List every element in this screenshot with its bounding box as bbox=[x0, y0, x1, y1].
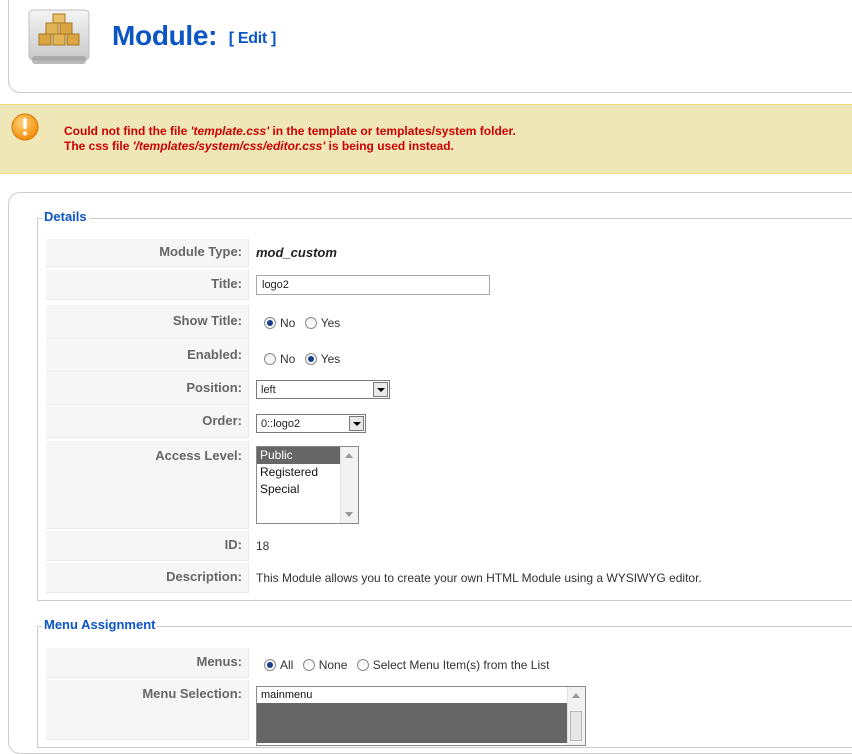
module-icon bbox=[28, 9, 90, 64]
menus-label: Menus: bbox=[46, 648, 249, 678]
enabled-no-label: No bbox=[280, 351, 296, 366]
notice-line1-file: 'template.css' bbox=[190, 124, 270, 138]
row-menus: Menus: All None Select Menu Item(s) from… bbox=[46, 648, 852, 678]
module-type-label: Module Type: bbox=[46, 239, 249, 267]
menus-select-radio[interactable] bbox=[356, 658, 369, 671]
row-id: ID: 18 bbox=[46, 531, 852, 561]
id-label: ID: bbox=[46, 531, 249, 561]
access-level-listbox[interactable]: Public Registered Special bbox=[256, 446, 359, 524]
access-level-label: Access Level: bbox=[46, 441, 249, 529]
enabled-yes-radio[interactable] bbox=[304, 352, 317, 365]
notice-line-2: The css file '/templates/system/css/edit… bbox=[64, 139, 516, 154]
row-enabled: Enabled: No Yes bbox=[46, 340, 852, 372]
menu-option-selected[interactable] bbox=[257, 703, 585, 743]
row-access-level: Access Level: bbox=[46, 441, 852, 529]
title-label: Title: bbox=[46, 270, 249, 300]
notice-line2-post: is being used instead. bbox=[325, 139, 454, 153]
edit-label: [ Edit ] bbox=[228, 30, 277, 47]
show-title-yes-radio[interactable] bbox=[304, 316, 317, 329]
menus-all-label: All bbox=[280, 657, 294, 672]
details-legend: Details bbox=[42, 209, 89, 224]
title-input[interactable] bbox=[256, 275, 490, 295]
access-level-scrollbar[interactable] bbox=[340, 447, 358, 523]
page-title: Module: [ Edit ] bbox=[112, 20, 276, 52]
enabled-yes-label: Yes bbox=[320, 351, 341, 366]
show-title-no-radio[interactable] bbox=[264, 316, 276, 329]
menu-selection-label: Menu Selection: bbox=[46, 680, 249, 740]
menus-none-label: None bbox=[318, 657, 348, 672]
id-value: 18 bbox=[256, 539, 270, 553]
row-position: Position: bbox=[46, 373, 852, 405]
position-label: Position: bbox=[46, 373, 249, 405]
notice-message: Could not find the file 'template.css' i… bbox=[64, 124, 516, 154]
page-title-text: Module: bbox=[112, 20, 218, 51]
module-type-value: mod_custom bbox=[256, 245, 337, 260]
show-title-no-label: No bbox=[280, 315, 296, 330]
toolbar-header: Module: [ Edit ] bbox=[8, 0, 852, 93]
row-module-type: Module Type: mod_custom bbox=[46, 239, 852, 267]
row-order: Order: bbox=[46, 406, 852, 438]
notice-line1-pre: Could not find the file bbox=[64, 124, 191, 138]
notice-line2-pre: The css file bbox=[64, 139, 133, 153]
menu-assignment-legend: Menu Assignment bbox=[42, 617, 158, 632]
notice-line1-post: in the template or templates/system fold… bbox=[269, 124, 516, 138]
scroll-thumb[interactable] bbox=[570, 711, 582, 741]
row-description: Description: This Module allows you to c… bbox=[46, 563, 852, 593]
menus-radios: All None Select Menu Item(s) from the Li… bbox=[264, 657, 555, 672]
menus-none-radio[interactable] bbox=[302, 658, 315, 671]
enabled-no-radio[interactable] bbox=[264, 352, 276, 365]
description-value: This Module allows you to create your ow… bbox=[256, 571, 702, 585]
menu-option-mainmenu[interactable]: mainmenu bbox=[257, 687, 585, 703]
notice-line2-file: '/templates/system/css/editor.css' bbox=[132, 139, 326, 153]
description-label: Description: bbox=[46, 563, 249, 593]
warning-icon bbox=[11, 113, 39, 141]
scroll-down-icon[interactable] bbox=[345, 512, 353, 517]
menus-all-radio[interactable] bbox=[264, 658, 276, 671]
order-value: 0::logo2 bbox=[261, 418, 301, 430]
row-show-title: Show Title: No Yes bbox=[46, 305, 852, 339]
warning-notice: Could not find the file 'template.css' i… bbox=[0, 104, 852, 174]
menu-selection-listbox[interactable]: mainmenu bbox=[256, 686, 586, 746]
position-value: left bbox=[261, 384, 276, 396]
order-select[interactable]: 0::logo2 bbox=[256, 414, 366, 433]
show-title-label: Show Title: bbox=[46, 305, 249, 339]
show-title-radios: No Yes bbox=[264, 315, 346, 330]
chevron-down-icon[interactable] bbox=[373, 382, 388, 397]
notice-line-1: Could not find the file 'template.css' i… bbox=[64, 124, 516, 139]
scroll-up-icon[interactable] bbox=[345, 453, 353, 458]
menus-select-label: Select Menu Item(s) from the List bbox=[372, 657, 550, 672]
enabled-radios: No Yes bbox=[264, 351, 346, 366]
show-title-yes-label: Yes bbox=[320, 315, 341, 330]
position-select[interactable]: left bbox=[256, 380, 390, 399]
scroll-up-icon[interactable] bbox=[572, 693, 580, 698]
menu-selection-scrollbar[interactable] bbox=[567, 687, 585, 745]
enabled-label: Enabled: bbox=[46, 340, 249, 372]
order-label: Order: bbox=[46, 406, 249, 438]
chevron-down-icon[interactable] bbox=[349, 416, 364, 431]
